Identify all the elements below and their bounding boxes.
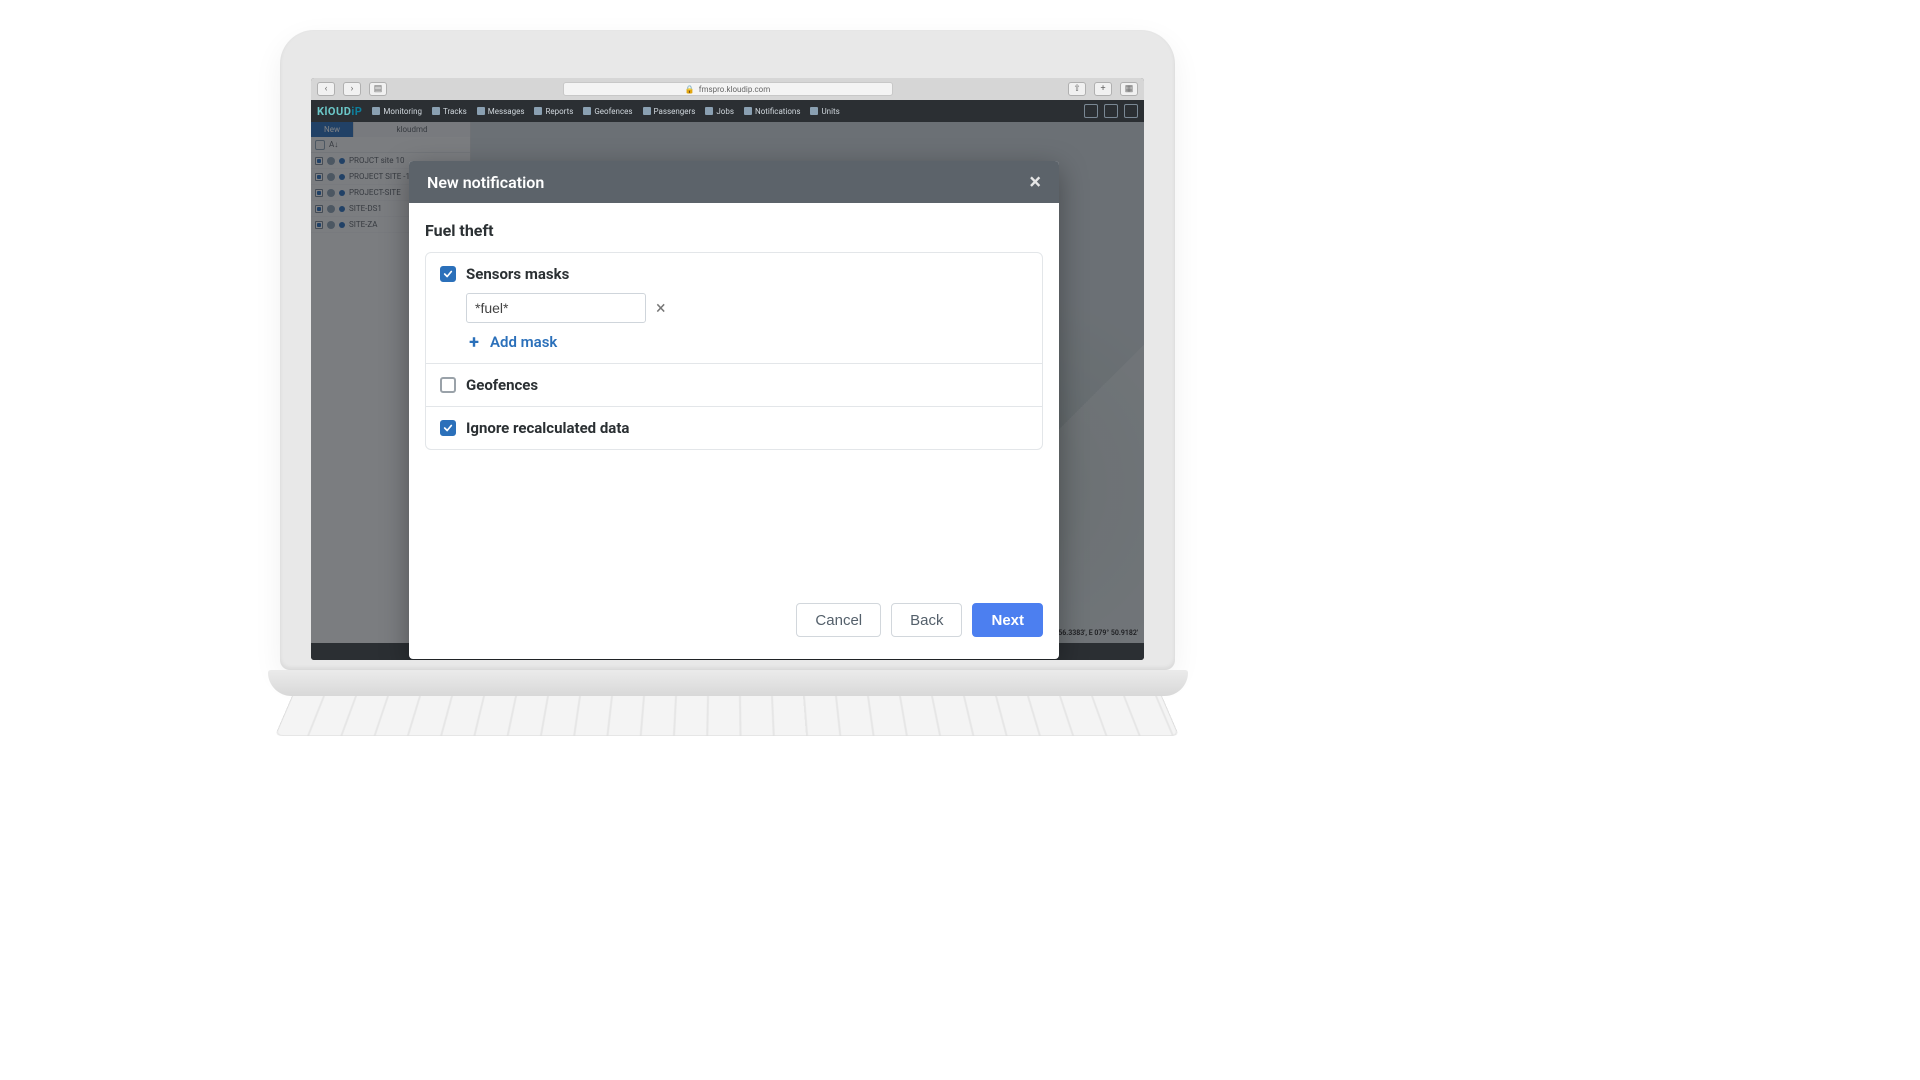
- checkbox-icon: [440, 377, 456, 393]
- plus-icon: +: [466, 334, 482, 350]
- nav-sidebar-icon[interactable]: ▤: [369, 82, 387, 96]
- dialog-title: New notification: [427, 173, 544, 192]
- options-card: Sensors masks × + Add mask: [425, 252, 1043, 450]
- topnav-passengers[interactable]: Passengers: [643, 107, 696, 116]
- topnav-label: Monitoring: [383, 107, 422, 116]
- app-body: New kloudmd A↓ PROJCT site 10 PROJECT SI…: [311, 122, 1144, 643]
- ignore-recalculated-checkbox[interactable]: Ignore recalculated data: [440, 419, 1028, 437]
- settings-icon[interactable]: [1104, 104, 1118, 118]
- units-icon: [810, 107, 818, 115]
- next-button[interactable]: Next: [972, 603, 1043, 637]
- topnav-label: Units: [821, 107, 839, 116]
- topnav-reports[interactable]: Reports: [534, 107, 573, 116]
- add-mask-label: Add mask: [490, 333, 557, 351]
- tracks-icon: [432, 107, 440, 115]
- topnav-label: Notifications: [755, 107, 800, 116]
- section-title: Fuel theft: [425, 221, 1043, 240]
- checkbox-icon: [440, 266, 456, 282]
- geofences-label: Geofences: [466, 376, 538, 394]
- close-icon[interactable]: ×: [1029, 170, 1041, 195]
- dialog-footer: Cancel Back Next: [409, 589, 1059, 659]
- ignore-recalculated-row: Ignore recalculated data: [426, 407, 1042, 449]
- topnav-label: Messages: [488, 107, 525, 116]
- jobs-icon: [705, 107, 713, 115]
- reports-icon: [534, 107, 542, 115]
- topnav-monitoring[interactable]: Monitoring: [372, 107, 422, 116]
- brand-logo[interactable]: KlOUDiP: [317, 105, 362, 118]
- nav-back-icon[interactable]: ‹: [317, 82, 335, 96]
- app-header: KlOUDiP Monitoring Tracks Messages Repor…: [311, 100, 1144, 122]
- back-button[interactable]: Back: [891, 603, 962, 637]
- sensors-masks-content: × + Add mask: [440, 293, 1028, 351]
- sensors-masks-row: Sensors masks × + Add mask: [426, 253, 1042, 363]
- laptop-hinge: [268, 670, 1188, 696]
- topnav-label: Geofences: [594, 107, 632, 116]
- notifications-icon: [744, 107, 752, 115]
- remove-mask-icon[interactable]: ×: [656, 298, 666, 319]
- add-mask-button[interactable]: + Add mask: [466, 333, 1028, 351]
- cancel-button[interactable]: Cancel: [796, 603, 881, 637]
- topnav-geofences[interactable]: Geofences: [583, 107, 632, 116]
- monitoring-icon: [372, 107, 380, 115]
- brand-part1: KlOUD: [317, 105, 351, 118]
- geofences-checkbox[interactable]: Geofences: [440, 376, 1028, 394]
- topnav-label: Passengers: [654, 107, 696, 116]
- dialog-header: New notification ×: [409, 161, 1059, 203]
- new-notification-dialog: New notification × Fuel theft: [409, 161, 1059, 659]
- checkbox-icon: [440, 420, 456, 436]
- messages-icon: [477, 107, 485, 115]
- topnav-jobs[interactable]: Jobs: [705, 107, 734, 116]
- mask-row: ×: [466, 293, 1028, 323]
- topnav-notifications[interactable]: Notifications: [744, 107, 800, 116]
- user-icon[interactable]: [1124, 104, 1138, 118]
- laptop-mock: ‹ › ▤ 🔒 fmspro.kloudip.com ⇧ + ▦ KlOUDiP…: [280, 30, 1175, 800]
- brand-part2: iP: [351, 105, 362, 118]
- passengers-icon: [643, 107, 651, 115]
- topnav-messages[interactable]: Messages: [477, 107, 525, 116]
- topnav-units[interactable]: Units: [810, 107, 839, 116]
- laptop-keyboard: [275, 696, 1180, 736]
- sensors-masks-label: Sensors masks: [466, 265, 569, 283]
- browser-toolbar: ‹ › ▤ 🔒 fmspro.kloudip.com ⇧ + ▦: [311, 78, 1144, 100]
- url-text: fmspro.kloudip.com: [699, 85, 771, 94]
- url-field[interactable]: 🔒 fmspro.kloudip.com: [563, 82, 893, 96]
- nav-forward-icon[interactable]: ›: [343, 82, 361, 96]
- topnav-label: Reports: [545, 107, 573, 116]
- sensors-masks-checkbox[interactable]: Sensors masks: [440, 265, 1028, 283]
- display: ‹ › ▤ 🔒 fmspro.kloudip.com ⇧ + ▦ KlOUDiP…: [311, 78, 1144, 660]
- mask-input[interactable]: [466, 293, 646, 323]
- topnav-label: Tracks: [443, 107, 467, 116]
- header-right: [1084, 104, 1138, 118]
- screen-bezel: ‹ › ▤ 🔒 fmspro.kloudip.com ⇧ + ▦ KlOUDiP…: [280, 30, 1175, 670]
- tabs-icon[interactable]: ▦: [1120, 82, 1138, 96]
- geofences-icon: [583, 107, 591, 115]
- geofences-row: Geofences: [426, 364, 1042, 406]
- apps-icon[interactable]: [1084, 104, 1098, 118]
- share-icon[interactable]: ⇧: [1068, 82, 1086, 96]
- lock-icon: 🔒: [685, 85, 695, 94]
- topnav-label: Jobs: [716, 107, 734, 116]
- dialog-body: Fuel theft Sensors masks: [409, 203, 1059, 589]
- ignore-recalculated-label: Ignore recalculated data: [466, 419, 629, 437]
- new-tab-icon[interactable]: +: [1094, 82, 1112, 96]
- topnav-tracks[interactable]: Tracks: [432, 107, 467, 116]
